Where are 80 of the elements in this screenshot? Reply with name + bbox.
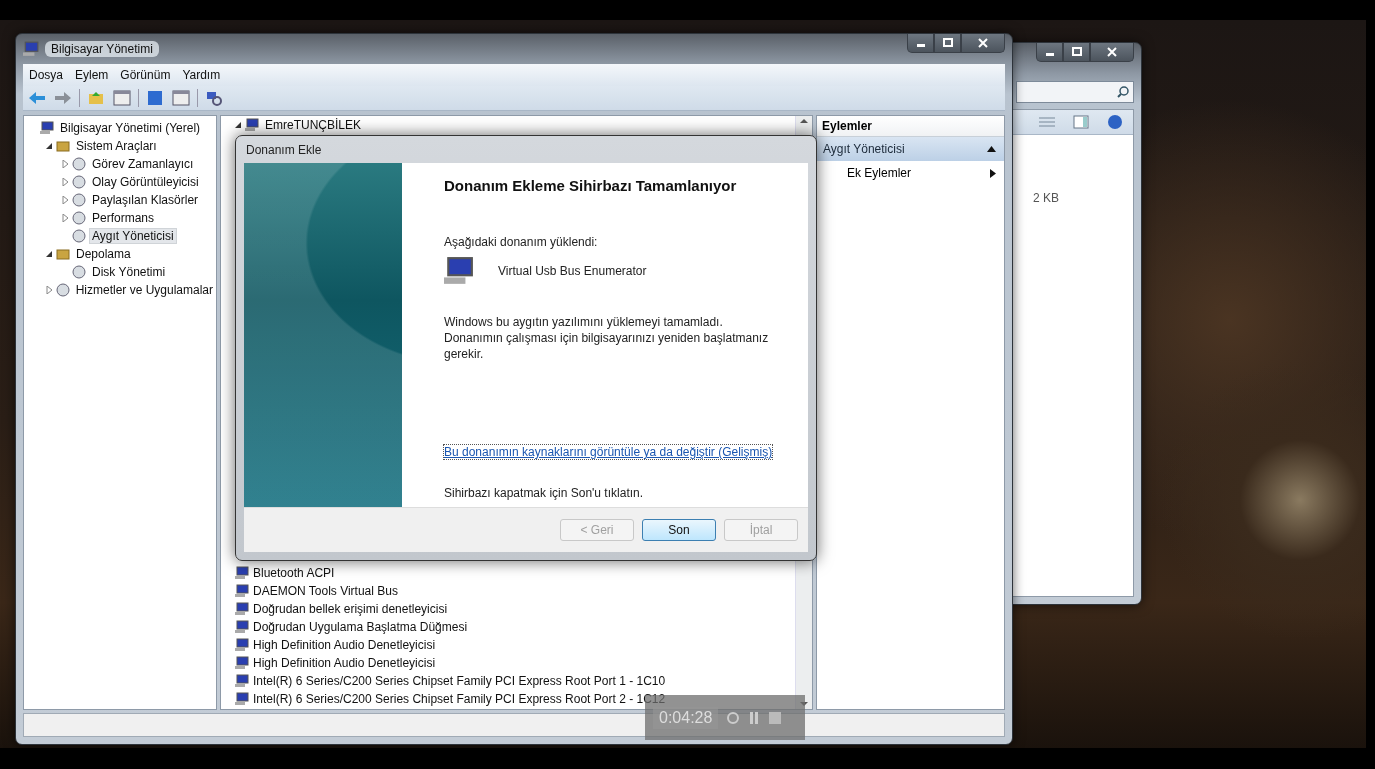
menu-item[interactable]: Dosya bbox=[29, 68, 63, 82]
tree-item[interactable]: Disk Yönetimi bbox=[89, 264, 169, 280]
record-icon[interactable] bbox=[726, 710, 741, 725]
action-item[interactable]: Ek Eylemler bbox=[817, 161, 1004, 185]
menu-item[interactable]: Yardım bbox=[182, 68, 221, 82]
close-icon bbox=[1107, 47, 1117, 57]
tree-item[interactable]: Depolama bbox=[73, 246, 134, 262]
device-icon bbox=[235, 620, 249, 634]
maximize-button[interactable] bbox=[1063, 43, 1090, 62]
device-item[interactable]: High Definition Audio Denetleyicisi bbox=[253, 638, 436, 652]
tree-item[interactable]: Performans bbox=[89, 210, 158, 226]
tree-item[interactable]: Bilgisayar Yönetimi (Yerel) bbox=[57, 120, 204, 136]
pane-icon[interactable] bbox=[1071, 112, 1091, 132]
device-icon bbox=[235, 584, 249, 598]
computer-icon bbox=[40, 121, 54, 135]
wizard-button[interactable]: Son bbox=[642, 519, 716, 541]
collapse-caret-icon bbox=[987, 146, 996, 152]
close-icon bbox=[978, 38, 988, 48]
actions-section[interactable]: Aygıt Yöneticisi bbox=[817, 137, 1004, 161]
pause-icon[interactable] bbox=[748, 710, 761, 725]
folder-icon bbox=[56, 139, 70, 153]
device-icon bbox=[235, 602, 249, 616]
device-icon bbox=[235, 638, 249, 652]
help-icon[interactable] bbox=[145, 88, 165, 108]
collapsed-arrow-icon[interactable] bbox=[60, 213, 69, 223]
collapsed-arrow-icon[interactable] bbox=[44, 285, 53, 295]
close-button[interactable] bbox=[1090, 43, 1134, 62]
monitor-icon bbox=[444, 256, 474, 286]
expanded-arrow-icon[interactable] bbox=[233, 120, 242, 130]
window-title: Bilgisayar Yönetimi bbox=[45, 41, 159, 57]
computer-icon bbox=[245, 118, 259, 132]
folder-icon bbox=[56, 247, 70, 261]
close-button[interactable] bbox=[961, 34, 1005, 53]
menu-item[interactable]: Eylem bbox=[75, 68, 109, 82]
minimize-button[interactable] bbox=[907, 34, 934, 53]
maximize-button[interactable] bbox=[934, 34, 961, 53]
action-pane-icon[interactable] bbox=[171, 88, 191, 108]
console-tree-icon[interactable] bbox=[112, 88, 132, 108]
completion-message: Windows bu aygıtın yazılımını yüklemeyi tamamladı. Donanımın çalışması için bilgisayarınızı yeniden başlatmanız gerekir. bbox=[444, 314, 770, 362]
device-item[interactable]: Bluetooth ACPI bbox=[253, 566, 335, 580]
file-size: 2 KB bbox=[1033, 191, 1059, 205]
device-item[interactable]: Doğrudan Uygulama Başlatma Düğmesi bbox=[253, 620, 468, 634]
device-item[interactable]: High Definition Audio Denetleyicisi bbox=[253, 656, 436, 670]
device-name: Virtual Usb Bus Enumerator bbox=[498, 263, 647, 279]
expanded-arrow-icon[interactable] bbox=[44, 249, 53, 259]
device-icon bbox=[235, 692, 249, 706]
tree-item[interactable]: Paylaşılan Klasörler bbox=[89, 192, 202, 208]
tree-item[interactable]: EmreTUNÇBİLEK bbox=[262, 117, 365, 133]
device-icon bbox=[235, 566, 249, 580]
device-item[interactable]: Intel(R) 6 Series/C200 Series Chipset Family PCI Express Root Port 1 - 1C10 bbox=[253, 674, 666, 688]
maximize-icon bbox=[942, 38, 953, 48]
minimize-button[interactable] bbox=[1036, 43, 1063, 62]
device-icon bbox=[235, 674, 249, 688]
device-item[interactable]: Doğrudan bellek erişimi denetleyicisi bbox=[253, 602, 448, 616]
advanced-link[interactable]: Bu donanımın kaynaklarını görüntüle ya da değiştir (Gelişmiş) bbox=[444, 445, 773, 459]
submenu-arrow-icon bbox=[990, 168, 996, 178]
menu-item[interactable]: Görünüm bbox=[120, 68, 171, 82]
device-icon bbox=[235, 656, 249, 670]
tree-item[interactable]: Aygıt Yöneticisi bbox=[89, 228, 177, 244]
stop-icon[interactable] bbox=[768, 710, 783, 725]
collapsed-arrow-icon[interactable] bbox=[60, 195, 69, 205]
expanded-arrow-icon[interactable] bbox=[44, 141, 53, 151]
recording-time: 0:04:28 bbox=[653, 706, 719, 729]
collapsed-arrow-icon[interactable] bbox=[60, 177, 69, 187]
device-item[interactable]: DAEMON Tools Virtual Bus bbox=[253, 584, 398, 598]
tree-item[interactable]: Sistem Araçları bbox=[73, 138, 160, 154]
installed-label: Aşağıdaki donanım yüklendi: bbox=[444, 234, 599, 250]
dialog-title: Donanım Ekle bbox=[245, 141, 323, 159]
collapsed-arrow-icon[interactable] bbox=[60, 159, 69, 169]
help-icon[interactable] bbox=[1105, 112, 1125, 132]
search-icon bbox=[1117, 86, 1129, 98]
tree-item[interactable]: Hizmetler ve Uygulamalar bbox=[72, 282, 216, 298]
app-icon bbox=[23, 41, 39, 57]
finish-hint: Sihirbazı kapatmak için Son'u tıklatın. bbox=[444, 485, 645, 501]
search-field[interactable] bbox=[1016, 81, 1134, 103]
maximize-icon bbox=[1071, 47, 1082, 57]
tree-item[interactable]: Olay Görüntüleyicisi bbox=[89, 174, 202, 190]
tree-item[interactable]: Görev Zamanlayıcı bbox=[89, 156, 197, 172]
scroll-up-icon[interactable] bbox=[800, 116, 808, 126]
wizard-heading: Donanım Ekleme Sihirbazı Tamamlanıyor bbox=[444, 177, 738, 194]
